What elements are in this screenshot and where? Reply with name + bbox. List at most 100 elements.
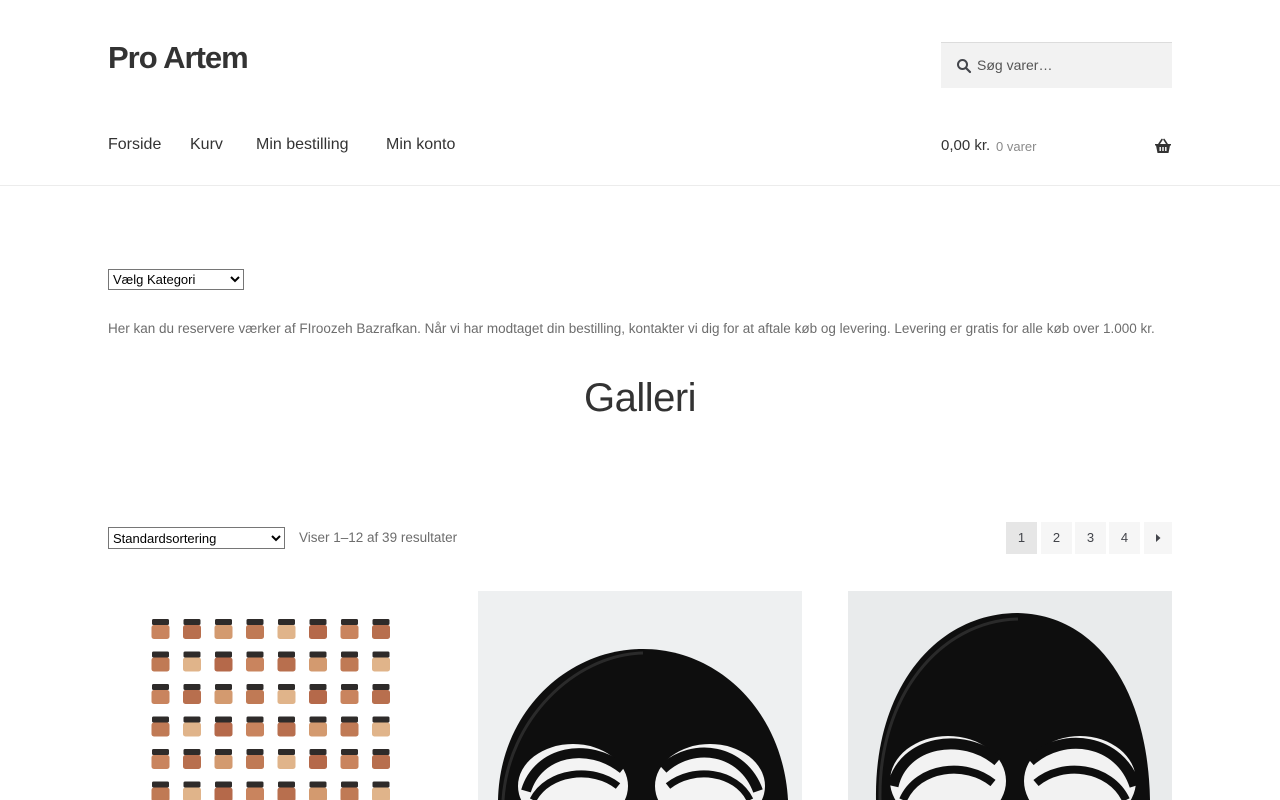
jar-lid: [309, 749, 327, 755]
jar-body: [214, 755, 233, 769]
jar-lid: [152, 749, 169, 755]
product-card-2[interactable]: [478, 591, 802, 800]
jar-body: [183, 657, 201, 672]
jar-lid: [341, 619, 358, 625]
jar-body: [183, 690, 201, 704]
jar-body: [277, 657, 296, 672]
jar-lid: [215, 619, 232, 625]
jar-lid: [309, 684, 327, 690]
page-title: Galleri: [583, 376, 697, 420]
jar-body: [340, 625, 359, 639]
jar-lid: [215, 749, 232, 755]
jar-body: [183, 787, 201, 800]
jar-lid: [278, 781, 295, 788]
jar-lid: [309, 781, 327, 788]
jar-body: [214, 625, 233, 639]
search-icon: [957, 59, 972, 74]
jar-body: [372, 657, 390, 672]
jar-body: [246, 755, 264, 769]
nav-item-kurv[interactable]: Kurv: [190, 136, 223, 154]
jar-lid: [278, 749, 295, 755]
jar-body: [372, 690, 390, 704]
jar-body: [372, 755, 390, 769]
jar-body: [246, 690, 264, 704]
jar-lid: [215, 651, 232, 658]
basket-icon[interactable]: [1154, 138, 1172, 154]
jar-lid: [183, 716, 201, 723]
sort-select[interactable]: Standardsortering: [108, 527, 285, 549]
jar-lid: [246, 651, 264, 658]
jar-lid: [278, 684, 295, 690]
jar-lid: [152, 716, 169, 723]
jar-lid: [246, 781, 264, 788]
jar-body: [214, 722, 233, 737]
site-header: Pro Artem Forside Kurv Min bestilling Mi…: [0, 0, 1280, 186]
jar-body: [151, 657, 170, 672]
jar-lid: [183, 651, 201, 658]
page-1: 1: [1006, 522, 1037, 554]
jar-lid: [372, 651, 390, 658]
jar-lid: [215, 684, 232, 690]
page-4-link[interactable]: 4: [1109, 522, 1140, 554]
product-card-1[interactable]: [108, 591, 432, 800]
jar-lid: [152, 684, 169, 690]
jar-lid: [246, 619, 264, 625]
jar-lid: [246, 749, 264, 755]
jar-body: [309, 787, 327, 800]
jar-body: [151, 787, 170, 800]
jar-lid: [372, 684, 390, 690]
jar-body: [309, 722, 327, 737]
jar-body: [183, 755, 201, 769]
jar-body: [151, 722, 170, 737]
jar-lid: [372, 781, 390, 788]
jar-lid: [278, 619, 295, 625]
jar-body: [151, 625, 170, 639]
nav-item-forside[interactable]: Forside: [108, 136, 161, 154]
jar-body: [277, 690, 296, 704]
search-input[interactable]: [977, 43, 1167, 87]
jar-lid: [309, 619, 327, 625]
site-title-link[interactable]: Pro Artem: [108, 40, 249, 76]
jar-body: [151, 755, 170, 769]
jar-lid: [341, 749, 358, 755]
jar-body: [340, 787, 359, 800]
result-count: Viser 1–12 af 39 resultater: [299, 530, 458, 545]
jar-lid: [246, 684, 264, 690]
page-3-link[interactable]: 3: [1075, 522, 1106, 554]
nav-item-min-bestilling[interactable]: Min bestilling: [256, 136, 348, 154]
jar-body: [277, 755, 296, 769]
jar-lid: [309, 651, 327, 658]
jar-body: [246, 657, 264, 672]
next-page-link[interactable]: [1144, 522, 1172, 554]
jar-lid: [372, 619, 390, 625]
jar-body: [340, 722, 359, 737]
jar-lid: [372, 716, 390, 723]
jar-lid: [183, 749, 201, 755]
page-2-link[interactable]: 2: [1041, 522, 1072, 554]
jar-lid: [246, 716, 264, 723]
jar-body: [372, 722, 390, 737]
jar-body: [246, 787, 264, 800]
jar-lid: [278, 716, 295, 723]
jar-body: [309, 755, 327, 769]
product-image-ink-face: [478, 591, 802, 800]
jar-body: [309, 657, 327, 672]
jar-lid: [152, 619, 169, 625]
category-select[interactable]: Vælg Kategori: [108, 269, 244, 290]
jar-lid: [215, 781, 232, 788]
cart-count[interactable]: 0 varer: [996, 139, 1036, 154]
nav-item-min-konto[interactable]: Min konto: [386, 136, 455, 154]
jar-body: [183, 722, 201, 737]
product-image-ink-face-2: [848, 591, 1172, 800]
product-image-jars: [108, 591, 432, 800]
jar-body: [214, 690, 233, 704]
jar-body: [372, 787, 390, 800]
jar-body: [246, 722, 264, 737]
jar-lid: [183, 684, 201, 690]
intro-text: Her kan du reservere værker af FIroozeh …: [108, 321, 1155, 336]
search-box[interactable]: [941, 42, 1172, 88]
pagination: 1 2 3 4: [1006, 522, 1172, 554]
cart-total[interactable]: 0,00 kr.: [941, 137, 990, 154]
jar-lid: [341, 716, 358, 723]
product-card-3[interactable]: [848, 591, 1172, 800]
